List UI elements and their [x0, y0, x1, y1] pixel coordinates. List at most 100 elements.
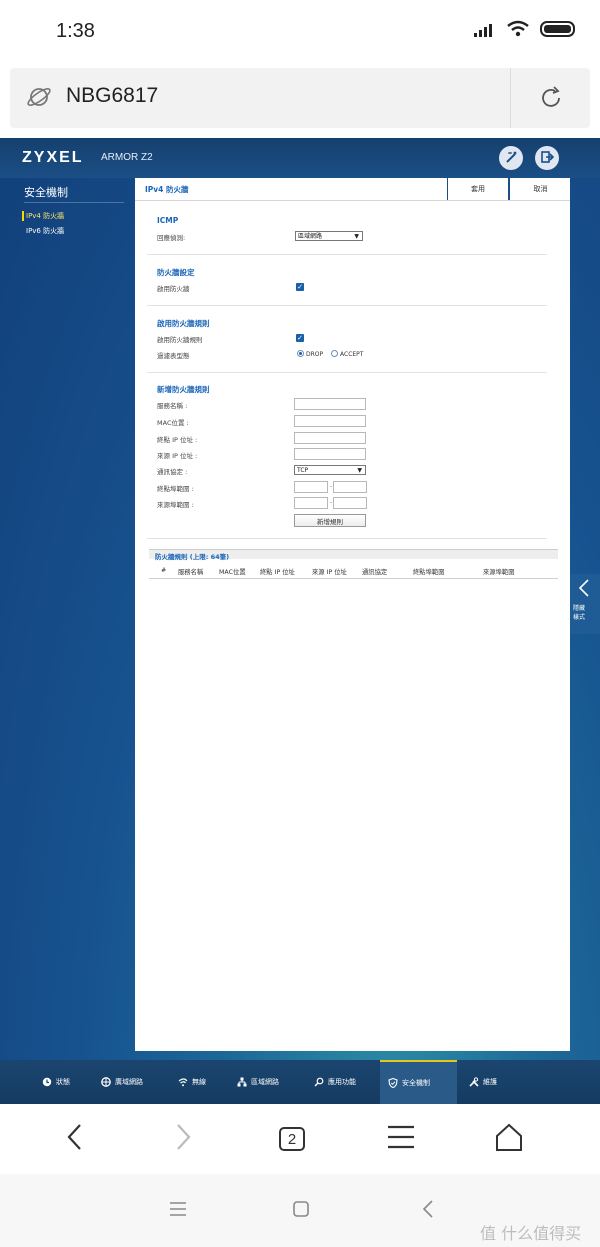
icmp-title: ICMP [157, 216, 179, 225]
reload-icon[interactable] [538, 84, 566, 116]
system-back-button[interactable] [408, 1196, 448, 1226]
sidebar-item-ipv4-firewall[interactable]: IPv4 防火牆 [22, 211, 65, 221]
dest-port-label: 終點埠範圍 : [157, 485, 194, 493]
tabs-button[interactable]: 2 [252, 1104, 332, 1174]
recents-icon [168, 1201, 188, 1221]
sidebar-item-label: IPv4 防火牆 [26, 212, 65, 220]
address-bar[interactable]: NBG6817 [10, 68, 590, 128]
address-divider [510, 68, 511, 128]
src-port-start-input[interactable] [294, 497, 328, 509]
nav-wan[interactable]: 廣域網路 [101, 1060, 143, 1104]
clock: 1:38 [56, 20, 95, 42]
ping-select-value: 區域網路 [298, 233, 323, 240]
src-ip-input[interactable] [294, 448, 366, 460]
wand-icon [504, 149, 518, 168]
dest-port-start-input[interactable] [294, 481, 328, 493]
protocol-select[interactable]: TCP ▼ [294, 465, 366, 475]
cancel-button[interactable]: 取消 [509, 178, 571, 200]
logout-button[interactable] [535, 146, 559, 170]
panel-header: IPv4 防火牆 套用 取消 [135, 178, 570, 201]
nav-wireless[interactable]: 無線 [178, 1060, 206, 1104]
square-icon [292, 1200, 310, 1222]
section-divider [147, 254, 547, 255]
mac-input[interactable] [294, 415, 366, 427]
nav-label: 廣域網路 [115, 1078, 143, 1086]
column-header: MAC位置 [219, 569, 246, 576]
back-arrow-icon [65, 1122, 85, 1156]
forward-arrow-icon [173, 1122, 193, 1156]
enable-firewall-checkbox[interactable]: ✓ [296, 283, 304, 291]
apply-button[interactable]: 套用 [447, 178, 509, 200]
nav-applications[interactable]: 應用功能 [314, 1060, 356, 1104]
section-divider [147, 305, 547, 306]
nav-label: 安全機制 [402, 1079, 430, 1087]
enable-rules-checkbox[interactable]: ✓ [296, 334, 304, 342]
rules-table-header: 防火牆規則 (上限: 64筆) [149, 549, 558, 561]
status-icon [42, 1077, 52, 1087]
column-header: 來源埠範圍 [483, 569, 515, 576]
add-rule-button[interactable]: 新增規則 [294, 514, 366, 527]
ping-select[interactable]: 區域網路 ▼ [295, 231, 363, 241]
model-name: ARMOR Z2 [101, 152, 153, 163]
recents-button[interactable] [158, 1196, 198, 1226]
watermark-text: 值 什么值得买 [480, 1224, 582, 1243]
logout-icon [540, 149, 555, 168]
ping-label: 回應偵測: [157, 234, 186, 242]
drop-radio-label: DROP [306, 351, 324, 358]
service-name-input[interactable] [294, 398, 366, 410]
column-header: # [161, 567, 167, 574]
range-dash: - [330, 499, 333, 506]
src-ip-label: 來源 IP 位址 : [157, 452, 198, 460]
sidebar-item-ipv6-firewall[interactable]: IPv6 防火牆 [26, 226, 64, 236]
wizard-button[interactable] [499, 146, 523, 170]
src-port-end-input[interactable] [333, 497, 367, 509]
column-header: 終點埠範圍 [413, 569, 445, 576]
dest-ip-label: 終點 IP 位址 : [157, 436, 198, 444]
rules-enable-title: 啟用防火牆規則 [157, 319, 210, 328]
dest-port-end-input[interactable] [333, 481, 367, 493]
drop-radio[interactable] [297, 350, 304, 357]
signal-icon [474, 22, 496, 41]
enable-rules-label: 啟用防火牆規則 [157, 336, 203, 344]
nav-label: 維護 [483, 1078, 497, 1086]
brand-logo: ZYXEL [22, 149, 84, 166]
enable-firewall-label: 啟用防火牆 [157, 285, 190, 293]
back-chevron-icon [421, 1199, 435, 1223]
accept-radio-label: ACCEPT [340, 351, 364, 358]
nav-label: 區域網路 [251, 1078, 279, 1086]
content-panel: IPv4 防火牆 套用 取消 ICMP 回應偵測: 區域網路 ▼ 防火牆設定 啟… [135, 178, 570, 1051]
lan-icon [237, 1077, 247, 1087]
column-header: 服務名稱 [178, 569, 204, 576]
accept-radio[interactable] [331, 350, 338, 357]
app-icon [314, 1077, 324, 1087]
browser-toolbar: 2 [0, 1104, 600, 1174]
home-button[interactable] [469, 1104, 549, 1174]
nav-maintenance[interactable]: 維護 [469, 1060, 497, 1104]
section-divider [147, 538, 547, 539]
hamburger-menu-icon [386, 1124, 416, 1154]
nav-security[interactable]: 安全機制 [380, 1060, 457, 1104]
forward-button[interactable] [143, 1104, 223, 1174]
back-button[interactable] [35, 1104, 115, 1174]
wifi-status-icon [506, 20, 530, 42]
nav-status[interactable]: 狀態 [42, 1060, 70, 1104]
home-icon [494, 1122, 524, 1156]
globe-icon [101, 1077, 111, 1087]
system-home-button[interactable] [281, 1196, 321, 1226]
wifi-icon [178, 1077, 188, 1087]
src-port-label: 來源埠範圍 : [157, 501, 194, 509]
hide-style-tab[interactable]: 隱藏 樣式 [570, 574, 600, 634]
firewall-setup-title: 防火牆設定 [157, 268, 195, 277]
status-icons [474, 20, 578, 42]
menu-button[interactable] [361, 1104, 441, 1174]
filter-type-label: 過濾表型態 [157, 352, 190, 360]
dest-ip-input[interactable] [294, 432, 366, 444]
panel-title: IPv4 防火牆 [145, 185, 189, 194]
nav-label: 狀態 [56, 1078, 70, 1086]
sidebar-title: 安全機制 [24, 186, 68, 199]
status-bar: 1:38 [0, 0, 600, 66]
nav-lan[interactable]: 區域網路 [237, 1060, 279, 1104]
sidebar-divider [24, 202, 124, 203]
url-text[interactable]: NBG6817 [66, 84, 158, 108]
tab-count: 2 [279, 1127, 305, 1151]
